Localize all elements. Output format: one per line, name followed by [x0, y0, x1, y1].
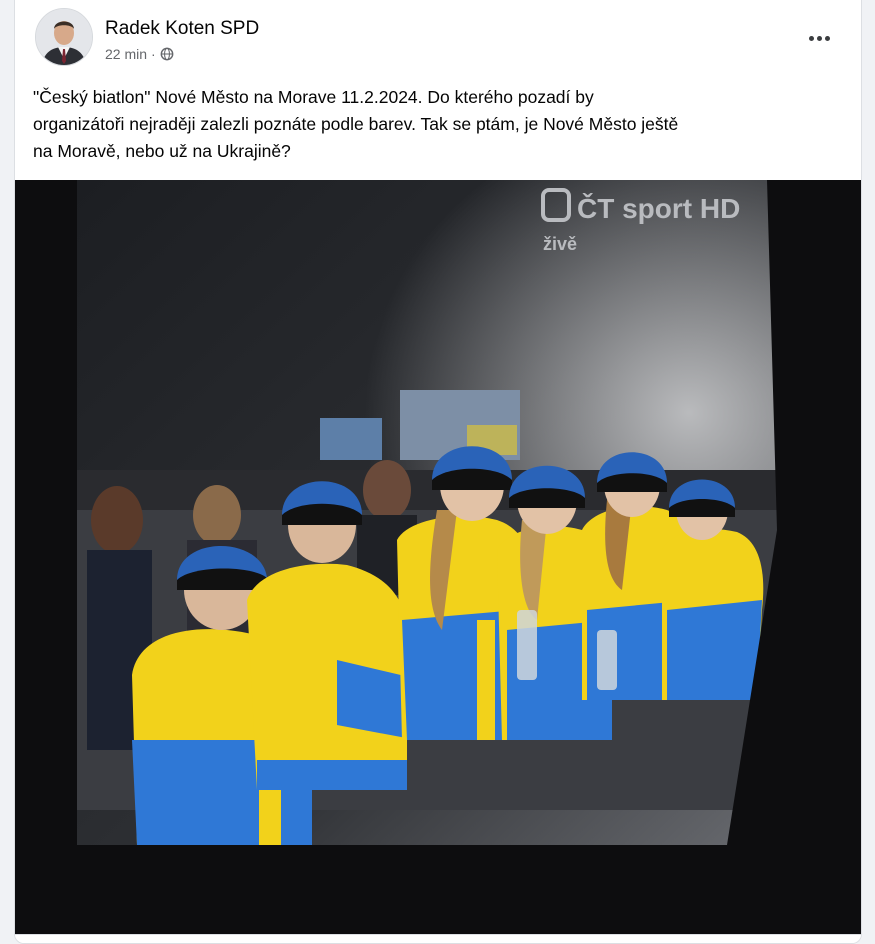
post-photo[interactable]: ČT sport HD živě	[15, 180, 861, 935]
post-header: Radek Koten SPD 22 min ·	[35, 8, 855, 68]
post-footer-divider	[15, 934, 861, 943]
post-meta: 22 min ·	[105, 46, 174, 62]
post-text-line: na Moravě, nebo už na Ukrajině?	[33, 141, 291, 161]
avatar-portrait-icon	[36, 9, 92, 65]
watermark-logo: ČT sport HD	[577, 192, 740, 224]
globe-icon	[160, 47, 174, 61]
post-text-line: "Český biatlon" Nové Město na Morave 11.…	[33, 87, 594, 107]
post-time[interactable]: 22 min	[105, 46, 147, 62]
event-photo: ČT sport HD živě	[77, 180, 797, 845]
post-text: "Český biatlon" Nové Město na Morave 11.…	[33, 84, 833, 165]
post-text-line: organizátoři nejraději zalezli poznáte p…	[33, 114, 679, 134]
post-card: Radek Koten SPD 22 min · "Český biatlon"…	[14, 0, 862, 944]
watermark-live: živě	[543, 234, 577, 254]
more-icon[interactable]	[803, 28, 835, 48]
author-avatar[interactable]	[35, 8, 93, 66]
author-name[interactable]: Radek Koten SPD	[105, 18, 259, 40]
meta-separator: ·	[151, 46, 156, 62]
